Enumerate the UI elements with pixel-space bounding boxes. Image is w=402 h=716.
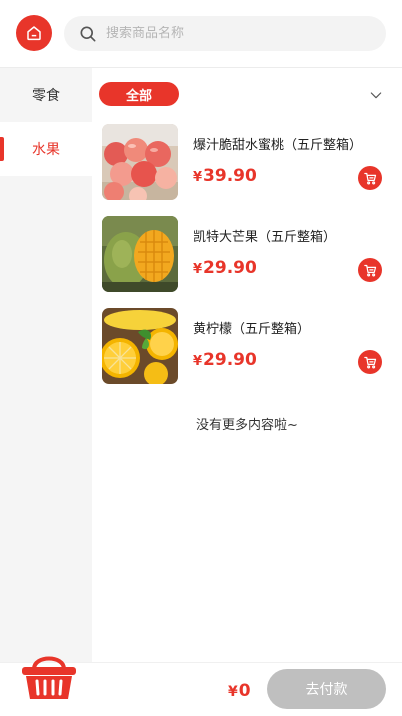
- product-price: ¥29.90: [193, 258, 257, 278]
- product-price: ¥39.90: [193, 166, 257, 186]
- checkout-button[interactable]: 去付款: [267, 669, 386, 709]
- search-input[interactable]: [106, 26, 356, 41]
- currency-symbol: ¥: [228, 684, 238, 700]
- category-sidebar: 零食 水果: [0, 68, 92, 662]
- mango-image: [102, 216, 178, 292]
- add-to-cart-button[interactable]: [358, 350, 382, 374]
- top-bar: [0, 0, 402, 68]
- currency-symbol: ¥: [193, 262, 203, 277]
- price-value: 39.90: [203, 166, 257, 186]
- shopping-basket-icon: [22, 656, 76, 699]
- product-price: ¥29.90: [193, 350, 257, 370]
- sidebar-item-fruit[interactable]: 水果: [0, 122, 92, 176]
- sidebar-item-label: 水果: [32, 142, 60, 158]
- search-bar[interactable]: [64, 16, 386, 51]
- checkout-bar: ¥0 去付款: [0, 656, 402, 716]
- product-card[interactable]: 凯特大芒果（五斤整箱） ¥29.90: [102, 216, 392, 292]
- product-name: 凯特大芒果（五斤整箱）: [193, 230, 337, 245]
- search-icon: [80, 26, 96, 42]
- product-card[interactable]: 黄柠檬（五斤整箱） ¥29.90: [102, 308, 392, 384]
- total-value: 0: [238, 681, 251, 701]
- add-to-cart-button[interactable]: [358, 258, 382, 282]
- home-icon: [27, 26, 41, 41]
- price-value: 29.90: [203, 350, 257, 370]
- peach-image: [102, 124, 178, 200]
- currency-symbol: ¥: [193, 170, 203, 185]
- add-to-cart-button[interactable]: [358, 166, 382, 190]
- sidebar-item-label: 零食: [32, 88, 60, 104]
- list-end-text: 没有更多内容啦~: [196, 418, 298, 433]
- product-name: 爆汁脆甜水蜜桃（五斤整箱）: [193, 138, 363, 153]
- currency-symbol: ¥: [193, 354, 203, 369]
- shopping-basket-button[interactable]: [20, 649, 78, 701]
- home-button[interactable]: [16, 15, 52, 51]
- cart-icon: [363, 264, 376, 276]
- product-list: 全部 爆汁脆甜水蜜桃（五斤整箱） ¥39.90 凯特大芒果（五斤整箱） ¥29.…: [92, 68, 402, 662]
- sidebar-item-snacks[interactable]: 零食: [0, 68, 92, 122]
- cart-icon: [363, 356, 376, 368]
- product-name: 黄柠檬（五斤整箱）: [193, 322, 311, 337]
- filter-row: 全部: [92, 82, 402, 108]
- lemon-image: [102, 308, 178, 384]
- cart-icon: [363, 172, 376, 184]
- price-value: 29.90: [203, 258, 257, 278]
- filter-all-tag[interactable]: 全部: [99, 82, 179, 106]
- product-card[interactable]: 爆汁脆甜水蜜桃（五斤整箱） ¥39.90: [102, 124, 392, 200]
- cart-total: ¥0: [228, 681, 251, 701]
- chevron-down-icon[interactable]: [368, 87, 384, 103]
